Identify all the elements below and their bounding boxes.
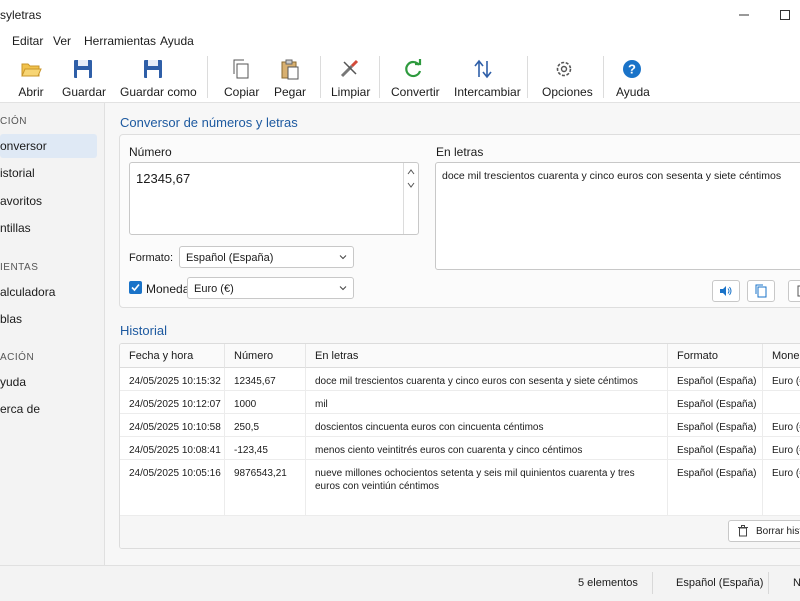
number-scrollbar[interactable] [403, 163, 418, 234]
minimize-icon [739, 14, 749, 16]
toolbar-separator [207, 56, 208, 98]
speaker-icon [720, 286, 732, 296]
open-button[interactable]: Abrir [14, 56, 48, 100]
table-footer: Borrar histo [120, 516, 800, 548]
converter-panel: Número 12345,67 En letras doce mil tresc… [119, 134, 800, 308]
eraser-icon [340, 59, 359, 78]
refresh-icon [405, 59, 422, 78]
history-table: Fecha y hora Número En letras Formato Mo… [119, 343, 800, 549]
main-content: Conversor de números y letras Número 123… [105, 103, 800, 565]
folder-open-icon [21, 63, 42, 77]
help-button[interactable]: ? Ayuda [616, 56, 650, 100]
clear-history-button[interactable]: Borrar histo [728, 520, 800, 542]
copy-button[interactable]: Copiar [224, 56, 259, 100]
sidebar-item-tables[interactable]: blas [0, 307, 97, 331]
number-label: Número [129, 145, 172, 159]
currency-checkbox[interactable] [129, 281, 142, 294]
menu-ver[interactable]: Ver [53, 34, 71, 48]
toolbar-separator [320, 56, 321, 98]
sidebar-section-header: IENTAS [0, 262, 39, 273]
history-title: Historial [120, 323, 167, 338]
column-header-currency[interactable]: Moned [763, 344, 800, 368]
number-value: 12345,67 [136, 171, 191, 186]
letters-label: En letras [436, 145, 484, 159]
table-row[interactable]: 24/05/2025 10:10:58 250,5 doscientos cin… [120, 414, 800, 437]
status-bar: 5 elementos Español (España) N [0, 565, 800, 601]
chevron-down-icon [339, 286, 347, 291]
column-header-letters[interactable]: En letras [306, 344, 668, 368]
toolbar-separator [527, 56, 528, 98]
letters-output[interactable]: doce mil trescientos cuarenta y cinco eu… [435, 162, 800, 270]
menu-editar[interactable]: Editar [12, 34, 43, 48]
column-header-number[interactable]: Número [225, 344, 306, 368]
table-row[interactable]: 24/05/2025 10:08:41 -123,45 menos ciento… [120, 437, 800, 460]
sidebar-section-header: CIÓN [0, 116, 27, 127]
trash-icon [738, 525, 748, 537]
currency-select[interactable]: Euro (€) [187, 277, 354, 299]
paste-icon [281, 59, 299, 80]
table-row[interactable]: 24/05/2025 10:12:07 1000 mil Español (Es… [120, 391, 800, 414]
status-extra: N [793, 577, 800, 589]
column-header-date[interactable]: Fecha y hora [120, 344, 225, 368]
help-icon: ? [623, 60, 641, 78]
column-header-format[interactable]: Formato [668, 344, 763, 368]
menu-bar: Editar Ver Herramientas Ayuda [0, 30, 800, 52]
toolbar: Abrir Guardar Guardar como Copiar Pegar … [0, 52, 800, 103]
toolbar-separator [379, 56, 380, 98]
status-count: 5 elementos [578, 577, 638, 589]
swap-button[interactable]: Intercambiar [454, 56, 521, 100]
copy-icon [755, 284, 767, 298]
sidebar-item-about[interactable]: erca de [0, 397, 97, 421]
status-separator [652, 572, 653, 594]
svg-text:?: ? [628, 62, 636, 77]
sidebar: CIÓN onversor istorial avoritos ntillas … [0, 103, 105, 565]
table-row[interactable]: 24/05/2025 10:05:16 9876543,21 nueve mil… [120, 460, 800, 516]
clear-button[interactable]: Limpiar [331, 56, 370, 100]
chevron-up-icon [407, 169, 415, 175]
maximize-button[interactable] [774, 4, 796, 26]
sidebar-item-history[interactable]: istorial [0, 161, 97, 185]
copy-result-button[interactable] [747, 280, 775, 302]
sidebar-item-help[interactable]: yuda [0, 370, 97, 394]
number-input[interactable]: 12345,67 [129, 162, 419, 235]
swap-arrows-icon [474, 59, 492, 79]
letters-value: doce mil trescientos cuarenta y cinco eu… [442, 170, 782, 182]
document-icon [797, 285, 800, 297]
converter-title: Conversor de números y letras [120, 115, 298, 130]
window-title: syletras [0, 8, 42, 22]
sidebar-item-converter[interactable]: onversor [0, 134, 97, 158]
sidebar-section-header: ACIÓN [0, 352, 35, 363]
status-separator [768, 572, 769, 594]
floppy-icon [144, 60, 162, 78]
chevron-down-icon [339, 255, 347, 260]
save-button[interactable]: Guardar [62, 56, 106, 100]
gear-icon [556, 61, 572, 77]
options-button[interactable]: Opciones [542, 56, 593, 100]
maximize-icon [780, 10, 790, 20]
floppy-icon [74, 60, 92, 78]
chevron-down-icon [407, 182, 415, 188]
copy-icon [233, 59, 249, 79]
menu-herramientas[interactable]: Herramientas [84, 34, 156, 48]
paste-button[interactable]: Pegar [274, 56, 306, 100]
convert-button[interactable]: Convertir [391, 56, 440, 100]
extra-button[interactable] [788, 280, 800, 302]
format-select[interactable]: Español (España) [179, 246, 354, 268]
table-row[interactable]: 24/05/2025 10:15:32 12345,67 doce mil tr… [120, 368, 800, 391]
format-label: Formato: [129, 252, 174, 264]
checkmark-icon [131, 283, 140, 292]
title-bar: syletras [0, 0, 800, 30]
menu-ayuda[interactable]: Ayuda [160, 34, 194, 48]
sidebar-item-templates[interactable]: ntillas [0, 216, 97, 240]
toolbar-separator [603, 56, 604, 98]
save-as-button[interactable]: Guardar como [120, 56, 197, 100]
speak-button[interactable] [712, 280, 740, 302]
sidebar-item-favorites[interactable]: avoritos [0, 189, 97, 213]
status-format: Español (España) [676, 577, 764, 589]
minimize-button[interactable] [733, 4, 755, 26]
currency-label: Moneda [146, 282, 190, 296]
sidebar-item-calculator[interactable]: alculadora [0, 280, 97, 304]
